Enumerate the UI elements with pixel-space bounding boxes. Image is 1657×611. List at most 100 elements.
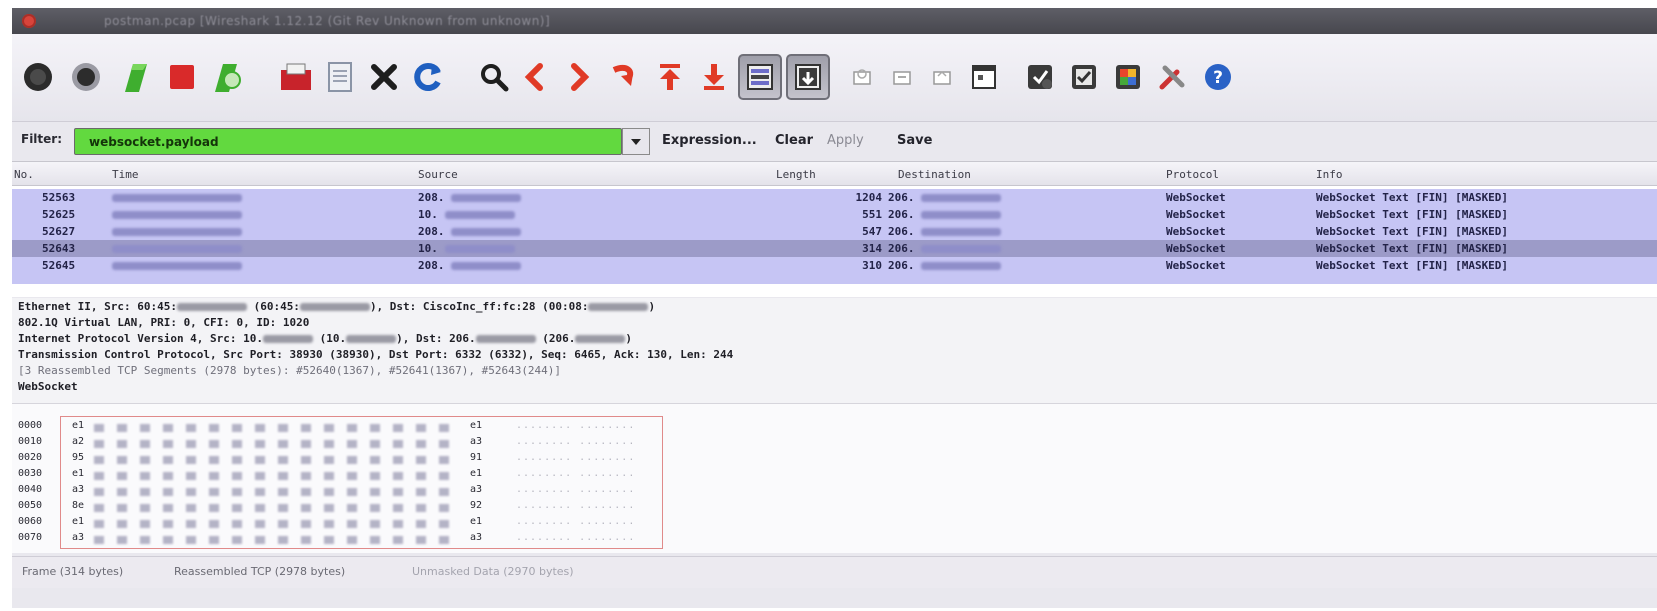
byte-row[interactable]: 0020 95 91........ ........ (18, 452, 634, 467)
packet-source: 208. (418, 191, 522, 204)
column-header-info[interactable]: Info (1316, 168, 1343, 181)
capture-options-icon[interactable] (64, 54, 108, 100)
detail-vlan[interactable]: 802.1Q Virtual LAN, PRI: 0, CFI: 0, ID: … (18, 316, 309, 329)
byte-row[interactable]: 0030 e1 e1........ ........ (18, 468, 634, 483)
packet-destination: 206. (888, 259, 1002, 272)
packet-row[interactable]: 52563 208. 1204 206. WebSocket WebSocket… (12, 189, 1657, 206)
find-packet-icon[interactable] (472, 54, 516, 100)
byte-row[interactable]: 0040 a3 a3........ ........ (18, 484, 634, 499)
zoom-in-icon[interactable] (840, 54, 884, 100)
save-filter-button[interactable]: Save (897, 133, 932, 148)
packet-row[interactable]: 52645 208. 310 206. WebSocket WebSocket … (12, 257, 1657, 274)
go-to-last-icon[interactable] (692, 54, 736, 100)
display-filters-icon[interactable] (1062, 54, 1106, 100)
packet-no: 52625 (42, 208, 76, 221)
column-header-time[interactable]: Time (112, 168, 139, 181)
packet-destination: 206. (888, 191, 1002, 204)
column-header-destination[interactable]: Destination (898, 168, 971, 181)
packet-protocol: WebSocket (1166, 191, 1226, 204)
capture-filters-icon[interactable] (1018, 54, 1062, 100)
packet-details-pane: Ethernet II, Src: 60:45: (60:45:), Dst: … (12, 298, 1657, 403)
go-back-icon[interactable] (512, 54, 556, 100)
packet-source: 208. (418, 259, 522, 272)
resize-columns-icon[interactable] (962, 54, 1006, 100)
packet-destination: 206. (888, 225, 1002, 238)
tab-frame[interactable]: Frame (314 bytes) (22, 565, 123, 578)
packet-info: WebSocket Text [FIN] [MASKED] (1316, 225, 1509, 238)
main-toolbar: ? (12, 34, 1657, 122)
clear-button[interactable]: Clear (775, 133, 813, 148)
packet-info: WebSocket Text [FIN] [MASKED] (1316, 208, 1509, 221)
go-to-packet-icon[interactable] (602, 54, 646, 100)
detail-websocket[interactable]: WebSocket (18, 380, 78, 393)
close-window-button[interactable] (22, 14, 36, 28)
byte-row[interactable]: 0000 e1 e1........ ........ (18, 420, 634, 435)
packet-time (112, 208, 242, 221)
go-forward-icon[interactable] (558, 54, 602, 100)
packet-length: 314 (862, 242, 882, 255)
filter-dropdown-button[interactable] (622, 128, 650, 155)
packet-time (112, 259, 242, 272)
wireshark-window: postman.pcap [Wireshark 1.12.12 (Git Rev… (12, 8, 1657, 608)
packet-row[interactable]: 52625 10. 551 206. WebSocket WebSocket T… (12, 206, 1657, 223)
byte-row[interactable]: 0060 e1 e1........ ........ (18, 516, 634, 531)
column-header-length[interactable]: Length (776, 168, 816, 181)
packet-row-selected[interactable]: 52643 10. 314 206. WebSocket WebSocket T… (12, 240, 1657, 257)
detail-tcp[interactable]: Transmission Control Protocol, Src Port:… (18, 348, 733, 361)
window-title: postman.pcap [Wireshark 1.12.12 (Git Rev… (104, 14, 551, 28)
packet-time (112, 191, 242, 204)
detail-ethernet[interactable]: Ethernet II, Src: 60:45: (60:45:), Dst: … (18, 300, 655, 313)
start-capture-icon[interactable] (114, 54, 158, 100)
column-header-protocol[interactable]: Protocol (1166, 168, 1219, 181)
packet-bytes-pane: 0000 e1 e1........ ........ 0010 a2 a3......… (12, 403, 1657, 553)
open-file-icon[interactable] (274, 54, 318, 100)
svg-text:?: ? (1213, 68, 1223, 88)
packet-source: 10. (418, 208, 515, 221)
packet-no: 52563 (42, 191, 76, 204)
coloring-rules-icon[interactable] (1106, 54, 1150, 100)
packet-row[interactable]: 52627 208. 547 206. WebSocket WebSocket … (12, 223, 1657, 240)
packet-protocol: WebSocket (1166, 242, 1226, 255)
help-icon[interactable]: ? (1196, 54, 1240, 100)
filter-label: Filter: (21, 132, 63, 146)
packet-protocol: WebSocket (1166, 259, 1226, 272)
detail-reassembled[interactable]: [3 Reassembled TCP Segments (2978 bytes)… (18, 364, 561, 377)
packet-info: WebSocket Text [FIN] [MASKED] (1316, 191, 1509, 204)
tab-unmasked-data[interactable]: Unmasked Data (2970 bytes) (412, 565, 574, 578)
detail-ipv4[interactable]: Internet Protocol Version 4, Src: 10. (1… (18, 332, 632, 345)
preferences-icon[interactable] (1150, 54, 1194, 100)
title-bar: postman.pcap [Wireshark 1.12.12 (Git Rev… (12, 8, 1657, 34)
byte-row[interactable]: 0010 a2 a3........ ........ (18, 436, 634, 451)
byte-row[interactable]: 0050 8e 92........ ........ (18, 500, 634, 515)
packet-length: 547 (862, 225, 882, 238)
zoom-out-icon[interactable] (880, 54, 924, 100)
column-header-source[interactable]: Source (418, 168, 458, 181)
packet-time (112, 242, 242, 255)
packet-time (112, 225, 242, 238)
save-file-icon[interactable] (318, 54, 362, 100)
packet-row-partial[interactable] (12, 274, 1657, 284)
packet-length: 1204 (855, 191, 883, 204)
go-to-first-icon[interactable] (648, 54, 692, 100)
auto-scroll-icon[interactable] (786, 54, 830, 100)
interface-list-icon[interactable] (16, 54, 60, 100)
reload-icon[interactable] (406, 54, 450, 100)
bytes-tab-bar: Frame (314 bytes) Reassembled TCP (2978 … (12, 556, 1657, 588)
packet-source: 10. (418, 242, 515, 255)
packet-length: 310 (862, 259, 882, 272)
close-file-icon[interactable] (362, 54, 406, 100)
packet-info: WebSocket Text [FIN] [MASKED] (1316, 242, 1509, 255)
packet-destination: 206. (888, 242, 1002, 255)
restart-capture-icon[interactable] (206, 54, 250, 100)
stop-capture-icon[interactable] (160, 54, 204, 100)
byte-row[interactable]: 0070 a3 a3........ ........ (18, 532, 634, 547)
apply-button[interactable]: Apply (827, 133, 864, 148)
filter-bar: Filter: websocket.payload Expression... … (12, 124, 1657, 158)
colorize-icon[interactable] (738, 54, 782, 100)
tab-reassembled-tcp[interactable]: Reassembled TCP (2978 bytes) (174, 565, 345, 578)
expression-button[interactable]: Expression... (662, 133, 757, 148)
column-header-no[interactable]: No. (14, 168, 34, 181)
display-filter-input[interactable]: websocket.payload (74, 128, 622, 155)
packet-protocol: WebSocket (1166, 225, 1226, 238)
normal-size-icon[interactable] (920, 54, 964, 100)
